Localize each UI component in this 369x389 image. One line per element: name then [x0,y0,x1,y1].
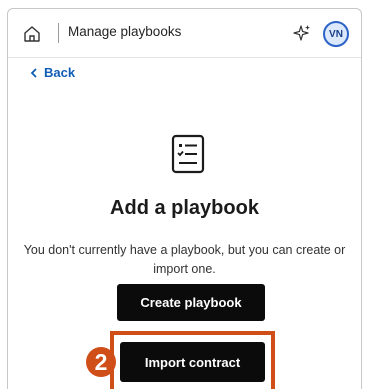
chevron-left-icon [30,67,37,78]
home-icon[interactable] [22,24,42,44]
pane-header: Manage playbooks VN [8,9,361,58]
step-number-badge: 2 [86,347,116,377]
back-label: Back [44,65,76,80]
back-link[interactable]: Back [30,65,75,80]
page-title: Manage playbooks [68,24,182,39]
empty-state-heading: Add a playbook [110,197,259,219]
avatar[interactable]: VN [323,21,349,47]
import-contract-button[interactable]: Import contract [120,342,265,382]
playbook-checklist-icon [171,134,205,174]
create-playbook-button[interactable]: Create playbook [117,284,265,321]
task-pane: Manage playbooks VN Back Add a playbook … [7,8,362,389]
empty-state-description: You don't currently have a playbook, but… [23,243,346,276]
sparkle-icon[interactable] [292,23,312,43]
header-divider [58,23,59,43]
